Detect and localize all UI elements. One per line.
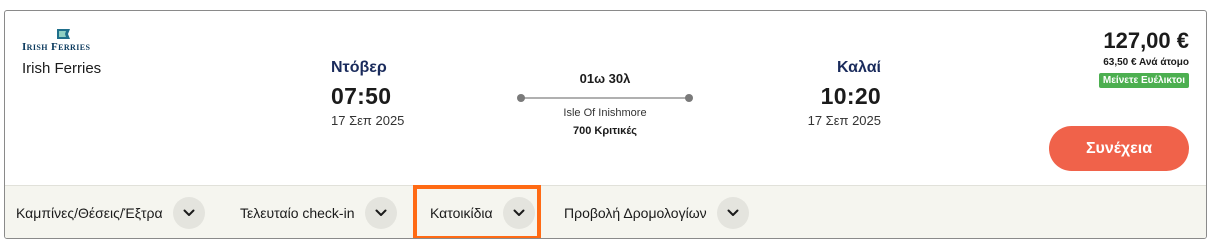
flag-logo-icon [57,29,70,39]
price-block: 127,00 € 63,50 € Ανά άτομο Μείνετε Ευέλι… [1098,28,1189,88]
arrival-block: Καλαί 10:20 17 Σεπ 2025 [808,59,881,128]
tab-view-itineraries[interactable]: Προβολή Δρομολογίων [564,186,749,238]
total-price: 127,00 € [1103,28,1189,53]
vessel-name: Isle Of Inishmore [563,107,647,119]
route-info: 01ω 30λ Isle Of Inishmore 700 Κριτικές [517,71,693,137]
chevron-down-icon[interactable] [716,197,749,229]
route-end-dot [685,94,693,102]
tab-label: Καμπίνες/Θέσεις/Έξτρα [16,205,163,221]
departure-time: 07:50 [331,83,392,109]
tab-label: Κατοικίδια [430,205,493,221]
tab-label: Τελευταίο check-in [240,205,355,221]
route-start-dot [517,94,525,102]
tab-label: Προβολή Δρομολογίων [564,205,707,221]
sailing-card: Irish Ferries Irish Ferries Ντόβερ 07:50… [4,10,1207,239]
route-bar [521,97,689,99]
operator-logo: Irish Ferries [22,28,101,53]
tab-pets[interactable]: Κατοικίδια [430,186,535,238]
chevron-down-icon[interactable] [172,197,205,229]
details-tab-bar: Καμπίνες/Θέσεις/Έξτρα Τελευταίο check-in… [5,185,1206,238]
chevron-down-icon[interactable] [502,197,535,229]
departure-city: Ντόβερ [331,59,387,76]
reviews-link[interactable]: 700 Κριτικές [517,125,693,137]
tab-last-check-in[interactable]: Τελευταίο check-in [240,186,397,238]
chevron-down-icon[interactable] [364,197,397,229]
logo-wordmark: Irish Ferries [22,41,91,53]
arrival-date: 17 Σεπ 2025 [807,113,881,128]
route-line [517,91,693,105]
price-per-person: 63,50 € Ανά άτομο [1103,57,1189,68]
operator-name: Irish Ferries [22,60,102,77]
departure-block: Ντόβερ 07:50 17 Σεπ 2025 [331,59,404,128]
trip-duration: 01ω 30λ [579,71,631,86]
arrival-time: 10:20 [820,83,881,109]
departure-date: 17 Σεπ 2025 [331,113,405,128]
tab-cabins-seats-extras[interactable]: Καμπίνες/Θέσεις/Έξτρα [16,186,205,238]
continue-button[interactable]: Συνέχεια [1049,126,1189,171]
arrival-city: Καλαί [836,59,881,76]
flexible-badge: Μείνετε Ευέλικτοι [1098,73,1189,88]
operator-block: Irish Ferries Irish Ferries [22,28,101,77]
